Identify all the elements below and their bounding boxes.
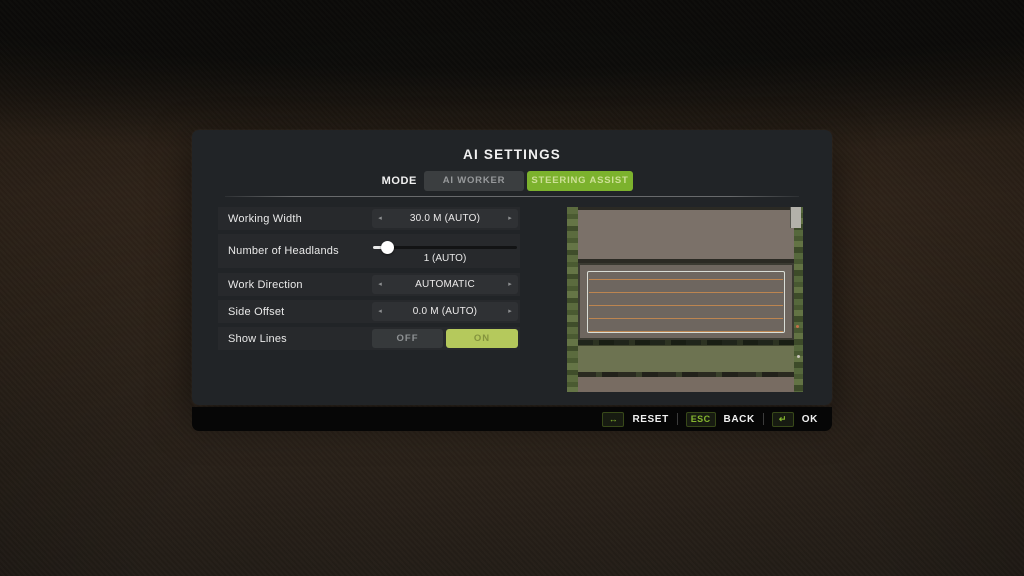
work-direction-label: Work Direction <box>228 278 303 291</box>
swap-arrows-icon: ↔ <box>608 413 619 424</box>
page-title: AI SETTINGS <box>463 147 561 162</box>
map-flower-dot <box>796 325 799 328</box>
side-offset-value: 0.0 M (AUTO) <box>412 306 478 317</box>
map-vegetation-strip-left <box>567 207 578 392</box>
chevron-left-icon[interactable]: ◂ <box>372 302 388 321</box>
tabs-separator <box>225 196 799 197</box>
work-line <box>589 292 783 293</box>
esc-key-button[interactable]: ESC <box>685 411 716 427</box>
side-offset-selector[interactable]: ◂ 0.0 M (AUTO) ▸ <box>372 302 518 321</box>
work-direction-selector[interactable]: ◂ AUTOMATIC ▸ <box>372 275 518 294</box>
headlands-label: Number of Headlands <box>228 245 339 257</box>
footer-divider <box>762 413 764 425</box>
work-line <box>589 318 783 319</box>
return-arrow-icon: ↵ <box>778 413 787 424</box>
ai-settings-dialog: AI SETTINGS MODE AI WORKER STEERING ASSI… <box>192 130 832 405</box>
back-button[interactable]: BACK <box>724 414 755 425</box>
work-line <box>589 279 783 280</box>
show-lines-off-button[interactable]: OFF <box>372 329 443 348</box>
map-flower-dot <box>797 355 800 358</box>
mode-tab-bar: MODE AI WORKER STEERING ASSIST <box>192 171 832 191</box>
map-field-top <box>578 210 794 259</box>
show-lines-row: Show Lines OFF ON <box>218 327 520 350</box>
map-vegetation-strip-right <box>794 207 803 392</box>
side-offset-row: Side Offset ◂ 0.0 M (AUTO) ▸ <box>218 300 520 323</box>
map-field-olive <box>578 345 794 372</box>
working-width-value: 30.0 M (AUTO) <box>409 213 481 224</box>
dialog-footer-bar: ↔ RESET ESC BACK ↵ OK <box>192 407 832 431</box>
show-lines-on-button[interactable]: ON <box>446 329 518 348</box>
map-building-patch <box>790 207 801 228</box>
headlands-value: 1 (AUTO) <box>423 253 467 264</box>
chevron-left-icon[interactable]: ◂ <box>372 209 388 228</box>
headlands-row: Number of Headlands 1 (AUTO) <box>218 234 520 268</box>
tab-steering-assist[interactable]: STEERING ASSIST <box>527 171 633 191</box>
slider-track[interactable] <box>373 246 517 249</box>
work-direction-row: Work Direction ◂ AUTOMATIC ▸ <box>218 273 520 296</box>
working-width-row: Working Width ◂ 30.0 M (AUTO) ▸ <box>218 207 520 230</box>
side-offset-label: Side Offset <box>228 305 285 318</box>
headlands-slider[interactable] <box>373 240 517 254</box>
chevron-left-icon[interactable]: ◂ <box>372 275 388 294</box>
work-direction-value: AUTOMATIC <box>415 279 475 290</box>
enter-key-button[interactable]: ↵ <box>771 411 794 427</box>
field-map-preview <box>567 207 803 392</box>
show-lines-label: Show Lines <box>228 332 287 345</box>
chevron-right-icon[interactable]: ▸ <box>502 302 518 321</box>
map-field-bottom <box>578 377 794 392</box>
tab-ai-worker[interactable]: AI WORKER <box>424 171 524 191</box>
work-line <box>589 305 783 306</box>
mode-label: MODE <box>381 175 417 187</box>
work-line <box>589 331 783 332</box>
ok-button[interactable]: OK <box>802 414 818 425</box>
footer-divider <box>676 413 678 425</box>
chevron-right-icon[interactable]: ▸ <box>502 275 518 294</box>
working-width-selector[interactable]: ◂ 30.0 M (AUTO) ▸ <box>372 209 518 228</box>
map-work-area-outline <box>587 271 785 333</box>
reset-key-button[interactable]: ↔ <box>602 411 625 427</box>
working-width-label: Working Width <box>228 212 302 225</box>
chevron-right-icon[interactable]: ▸ <box>502 209 518 228</box>
reset-button[interactable]: RESET <box>632 414 668 425</box>
